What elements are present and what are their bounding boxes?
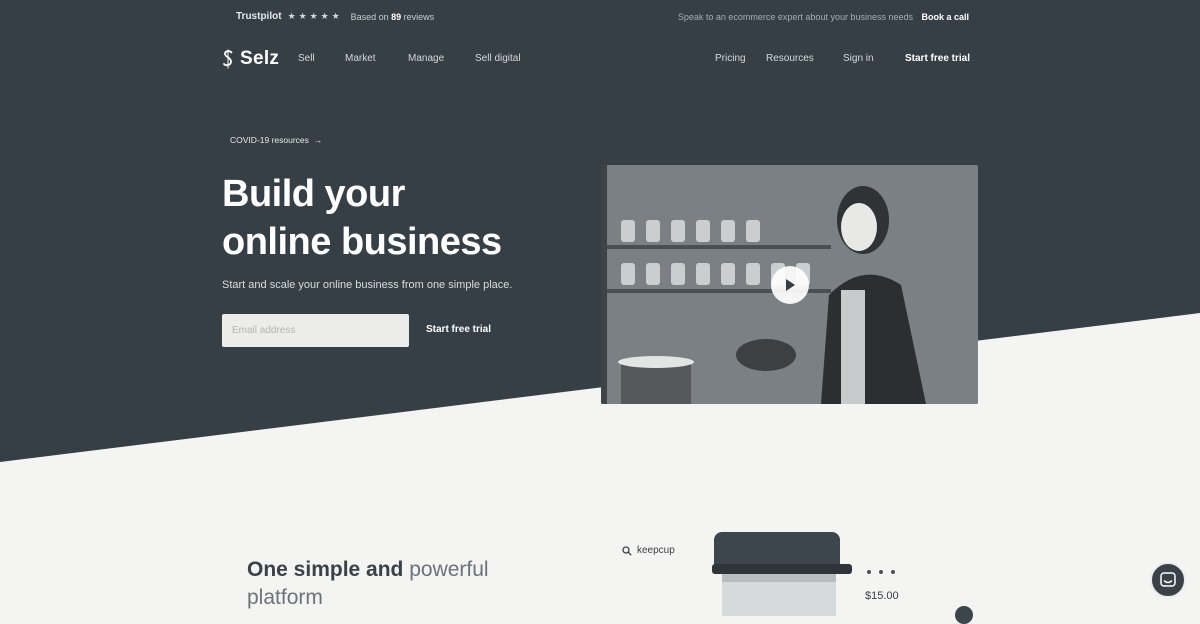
star-icon: ★ xyxy=(287,11,296,21)
hero-subtitle: Start and scale your online business fro… xyxy=(222,279,513,291)
star-icon: ★ xyxy=(309,11,318,21)
dot xyxy=(879,570,883,574)
reviews-prefix: Based on xyxy=(350,11,389,22)
product-search-demo: keepcup xyxy=(622,545,675,556)
book-call-link[interactable]: Book a call xyxy=(921,12,969,22)
nav-item-sell-digital[interactable]: Sell digital xyxy=(475,53,521,64)
nav-item-sign-in[interactable]: Sign in xyxy=(843,53,874,64)
title-line-2: platform xyxy=(247,586,323,609)
logo-text: Selz xyxy=(240,48,280,69)
product-price: $15.00 xyxy=(865,590,899,602)
title-light: powerful xyxy=(409,558,489,581)
covid-resources-link[interactable]: COVID-19 resources → xyxy=(230,135,322,145)
rating-stars: ★ ★ ★ ★ ★ xyxy=(288,12,341,21)
dot xyxy=(891,570,895,574)
nav-item-market[interactable]: Market xyxy=(345,53,376,64)
hero-headline: Build your online business xyxy=(222,170,502,266)
scroll-indicator xyxy=(955,606,973,624)
play-icon xyxy=(786,279,795,291)
star-icon: ★ xyxy=(331,11,340,21)
reviews-suffix: reviews xyxy=(403,11,435,22)
chat-icon xyxy=(1160,572,1176,587)
nav-item-resources[interactable]: Resources xyxy=(766,53,814,64)
main-nav: Selz Sell Market Manage Sell digital Pri… xyxy=(0,44,1200,74)
dot xyxy=(867,570,871,574)
hero-video[interactable] xyxy=(601,165,978,404)
title-bold: One simple and xyxy=(247,558,404,581)
star-icon: ★ xyxy=(320,11,329,21)
nav-item-pricing[interactable]: Pricing xyxy=(715,53,746,64)
chat-widget-button[interactable] xyxy=(1150,562,1186,598)
search-icon xyxy=(622,545,632,556)
covid-link-label: COVID-19 resources xyxy=(230,135,309,145)
reviews-text: Based on 89 reviews xyxy=(351,12,435,22)
trustpilot-rating[interactable]: Trustpilot ★ ★ ★ ★ ★ Based on 89 reviews xyxy=(236,11,434,22)
selz-logo-icon xyxy=(223,49,233,69)
selz-logo[interactable]: Selz xyxy=(222,48,279,70)
reviews-count: 89 xyxy=(391,11,402,22)
nav-start-trial-button[interactable]: Start free trial xyxy=(905,53,970,64)
headline-line-1: Build your xyxy=(222,173,405,215)
nav-item-manage[interactable]: Manage xyxy=(408,53,444,64)
speak-to-expert-text: Speak to an ecommerce expert about your … xyxy=(677,12,913,22)
headline-line-2: online business xyxy=(222,221,502,263)
keepcup-product-image xyxy=(712,532,852,616)
platform-section-title: One simple and powerful platform xyxy=(247,556,489,612)
star-icon: ★ xyxy=(298,11,307,21)
hero-start-trial-button[interactable]: Start free trial xyxy=(426,324,491,335)
nav-item-sell[interactable]: Sell xyxy=(298,53,315,64)
search-query: keepcup xyxy=(637,545,675,556)
email-input[interactable] xyxy=(222,314,409,347)
arrow-right-icon: → xyxy=(313,135,323,145)
top-bar: Trustpilot ★ ★ ★ ★ ★ Based on 89 reviews… xyxy=(0,0,1200,34)
trustpilot-logo: Trustpilot xyxy=(236,11,282,22)
play-button[interactable] xyxy=(771,266,809,304)
carousel-dots xyxy=(867,570,895,574)
